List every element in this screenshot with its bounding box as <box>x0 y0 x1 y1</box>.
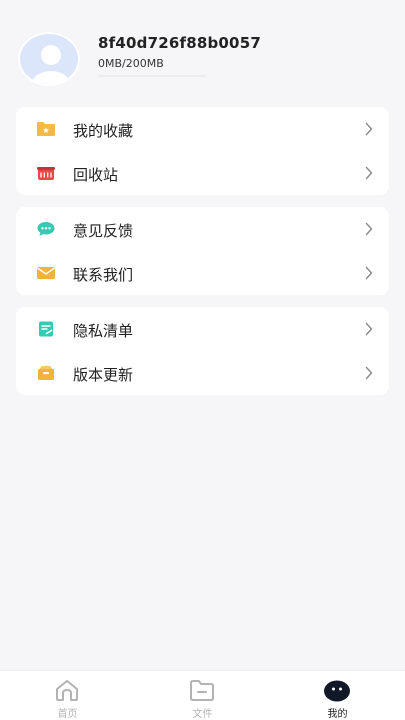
tab-home[interactable]: 首页 <box>0 671 135 720</box>
chevron-right-icon <box>365 366 373 380</box>
menu-item-feedback-label: 意见反馈 <box>73 222 134 240</box>
tab-mine-label: 我的 <box>327 709 348 720</box>
menu-item-favorites[interactable]: 我的收藏 <box>16 107 389 151</box>
tab-files[interactable]: 文件 <box>135 671 270 720</box>
username: 8f40d726f88b0057 <box>98 34 261 52</box>
chevron-right-icon <box>365 122 373 136</box>
storage-usage-text: 0MB/200MB <box>98 57 164 70</box>
menu-item-feedback[interactable]: 意见反馈 <box>16 207 389 251</box>
tab-home-label: 首页 <box>57 709 78 720</box>
bottom-tab-bar: 首页 文件 我的 <box>0 670 405 720</box>
menu-item-recycle-bin-label: 回收站 <box>73 166 119 184</box>
menu-item-privacy-list-label: 隐私清单 <box>73 322 134 340</box>
folder-star-icon <box>37 122 55 136</box>
menu-item-contact-us[interactable]: 联系我们 <box>16 251 389 295</box>
box-icon <box>38 366 54 380</box>
menu-item-version-update[interactable]: 版本更新 <box>16 351 389 395</box>
tab-mine[interactable]: 我的 <box>270 671 405 720</box>
envelope-icon <box>37 267 55 279</box>
menu-card-support: 意见反馈 联系我们 <box>16 207 389 295</box>
chevron-right-icon <box>365 322 373 336</box>
chevron-right-icon <box>365 222 373 236</box>
menu-item-favorites-label: 我的收藏 <box>73 122 134 140</box>
chevron-right-icon <box>365 166 373 180</box>
menu-item-privacy-list[interactable]: 隐私清单 <box>16 307 389 351</box>
user-face-icon <box>324 680 350 702</box>
menu-card-files: 我的收藏 回收站 <box>16 107 389 195</box>
menu-card-app: 隐私清单 版本更新 <box>16 307 389 395</box>
profile-header: 8f40d726f88b0057 0MB/200MB <box>0 0 405 100</box>
folder-icon <box>190 680 214 701</box>
menu-item-recycle-bin[interactable]: 回收站 <box>16 151 389 195</box>
document-edit-icon <box>39 321 53 337</box>
menu-item-version-update-label: 版本更新 <box>73 366 134 384</box>
chat-bubble-icon <box>37 222 55 236</box>
avatar[interactable] <box>18 32 80 86</box>
menu-item-contact-us-label: 联系我们 <box>73 266 134 284</box>
home-icon <box>56 680 78 701</box>
tab-files-label: 文件 <box>192 709 213 720</box>
user-silhouette-icon <box>32 45 70 84</box>
basket-icon <box>37 167 55 180</box>
chevron-right-icon <box>365 266 373 280</box>
storage-progress-bar <box>98 75 206 77</box>
profile-page: 8f40d726f88b0057 0MB/200MB 我的收藏 回收站 意见反馈… <box>0 0 405 720</box>
